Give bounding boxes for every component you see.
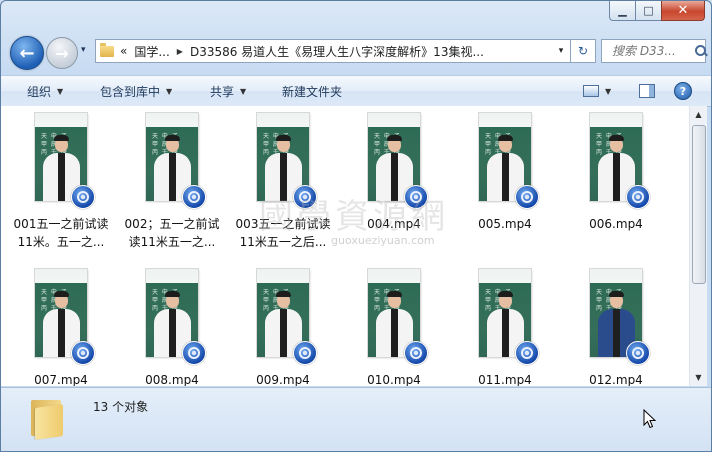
chevron-down-icon: ▼ bbox=[605, 86, 612, 96]
search-input[interactable] bbox=[610, 43, 694, 59]
breadcrumb-item[interactable]: 国学... bbox=[134, 43, 169, 60]
change-view-button[interactable]: ▼ bbox=[583, 81, 611, 101]
file-name: 009.mp4 bbox=[229, 371, 337, 386]
breadcrumb-separator-icon[interactable]: ▶ bbox=[177, 47, 183, 56]
details-pane: 13 个对象 bbox=[1, 387, 711, 451]
scroll-thumb[interactable] bbox=[692, 125, 706, 284]
share-label: 共享 bbox=[210, 84, 235, 99]
file-name-line: 005.mp4 bbox=[478, 217, 532, 231]
video-file-icon bbox=[626, 341, 650, 365]
share-menu[interactable]: 共享 ▼ bbox=[210, 76, 246, 106]
file-name-line: 006.mp4 bbox=[589, 217, 643, 231]
address-dropdown-button[interactable]: ▾ bbox=[552, 46, 570, 56]
video-file-icon bbox=[71, 341, 95, 365]
breadcrumb-overflow[interactable]: « bbox=[120, 44, 127, 58]
new-folder-label: 新建文件夹 bbox=[282, 84, 343, 99]
address-bar[interactable]: « 国学... ▶ D33586 易道人生《易理人生八字深度解析》13集视...… bbox=[95, 39, 571, 63]
item-count: 13 个对象 bbox=[93, 400, 149, 414]
file-name: 002；五一之前试 读11米五一之... bbox=[118, 215, 226, 251]
caption-buttons: ▁ □ ✕ bbox=[609, 1, 705, 21]
file-name: 010.mp4 bbox=[340, 371, 448, 386]
organize-label: 组织 bbox=[27, 84, 52, 99]
chevron-down-icon: ▼ bbox=[57, 86, 64, 96]
help-button[interactable]: ? bbox=[674, 81, 692, 101]
maximize-button[interactable]: □ bbox=[635, 1, 661, 21]
file-name: 007.mp4 bbox=[7, 371, 115, 386]
file-name-line: 11米。五一之... bbox=[17, 235, 105, 249]
refresh-icon: ↻ bbox=[577, 44, 589, 58]
file-name-line: 010.mp4 bbox=[367, 373, 421, 386]
file-name-line: 012.mp4 bbox=[589, 373, 643, 386]
breadcrumb-item[interactable]: D33586 易道人生《易理人生八字深度解析》13集视... bbox=[190, 43, 484, 60]
file-name-line: 011.mp4 bbox=[478, 373, 532, 386]
vertical-scrollbar[interactable]: ▲ ▼ bbox=[689, 106, 707, 386]
file-name-line: 009.mp4 bbox=[256, 373, 310, 386]
folder-icon bbox=[100, 42, 114, 57]
forward-button[interactable]: → bbox=[46, 37, 78, 69]
file-name-line: 008.mp4 bbox=[145, 373, 199, 386]
organize-menu[interactable]: 组织 ▼ bbox=[27, 76, 63, 106]
command-bar: 组织 ▼ 包含到库中 ▼ 共享 ▼ 新建文件夹 ▼ ? bbox=[1, 75, 711, 107]
search-icon[interactable] bbox=[694, 44, 706, 58]
watermark: 國學資源網 bbox=[259, 197, 449, 237]
file-name: 012.mp4 bbox=[562, 371, 670, 386]
chevron-down-icon: ▼ bbox=[166, 86, 173, 96]
file-name: 008.mp4 bbox=[118, 371, 226, 386]
include-in-library-label: 包含到库中 bbox=[100, 84, 161, 99]
mouse-pointer-icon bbox=[643, 409, 657, 429]
file-name-line: 002；五一之前试 bbox=[124, 217, 220, 231]
video-file-icon bbox=[404, 341, 428, 365]
explorer-window: ▁ □ ✕ ← → ▾ « 国学... ▶ D33586 易道人生《易理人生八字… bbox=[0, 0, 712, 452]
video-file-icon bbox=[293, 341, 317, 365]
file-name: 001五一之前试读 11米。五一之... bbox=[7, 215, 115, 251]
close-button[interactable]: ✕ bbox=[661, 1, 705, 21]
arrow-left-icon: ← bbox=[19, 42, 35, 64]
minimize-button[interactable]: ▁ bbox=[609, 1, 635, 21]
video-file-icon bbox=[515, 185, 539, 209]
preview-pane-button[interactable] bbox=[639, 81, 655, 101]
watermark-url: guoxueziyuan.com bbox=[331, 234, 435, 247]
search-box[interactable] bbox=[601, 39, 706, 63]
back-button[interactable]: ← bbox=[10, 36, 44, 70]
chevron-down-icon: ▾ bbox=[81, 45, 86, 55]
file-name-line: 读11米五一之... bbox=[128, 235, 216, 249]
folder-icon bbox=[31, 396, 65, 440]
video-file-icon bbox=[71, 185, 95, 209]
file-name: 006.mp4 bbox=[562, 215, 670, 233]
video-file-icon bbox=[626, 185, 650, 209]
scroll-up-button[interactable]: ▲ bbox=[690, 106, 707, 123]
file-name-line: 007.mp4 bbox=[34, 373, 88, 386]
preview-pane-icon bbox=[639, 84, 655, 98]
file-name: 005.mp4 bbox=[451, 215, 559, 233]
breadcrumb: « 国学... ▶ D33586 易道人生《易理人生八字深度解析》13集视... bbox=[120, 43, 552, 60]
chevron-down-icon: ▼ bbox=[240, 86, 247, 96]
help-icon: ? bbox=[674, 82, 692, 100]
file-name-line: 001五一之前试读 bbox=[13, 217, 109, 231]
video-file-icon bbox=[182, 341, 206, 365]
view-icon bbox=[583, 85, 599, 97]
scroll-down-button[interactable]: ▼ bbox=[690, 369, 707, 386]
new-folder-button[interactable]: 新建文件夹 bbox=[282, 76, 342, 106]
arrow-right-icon: → bbox=[55, 43, 69, 63]
recent-pages-button[interactable]: ▾ bbox=[81, 45, 91, 57]
include-in-library-menu[interactable]: 包含到库中 ▼ bbox=[100, 76, 172, 106]
video-file-icon bbox=[182, 185, 206, 209]
refresh-button[interactable]: ↻ bbox=[571, 39, 596, 63]
file-name: 011.mp4 bbox=[451, 371, 559, 386]
video-file-icon bbox=[515, 341, 539, 365]
